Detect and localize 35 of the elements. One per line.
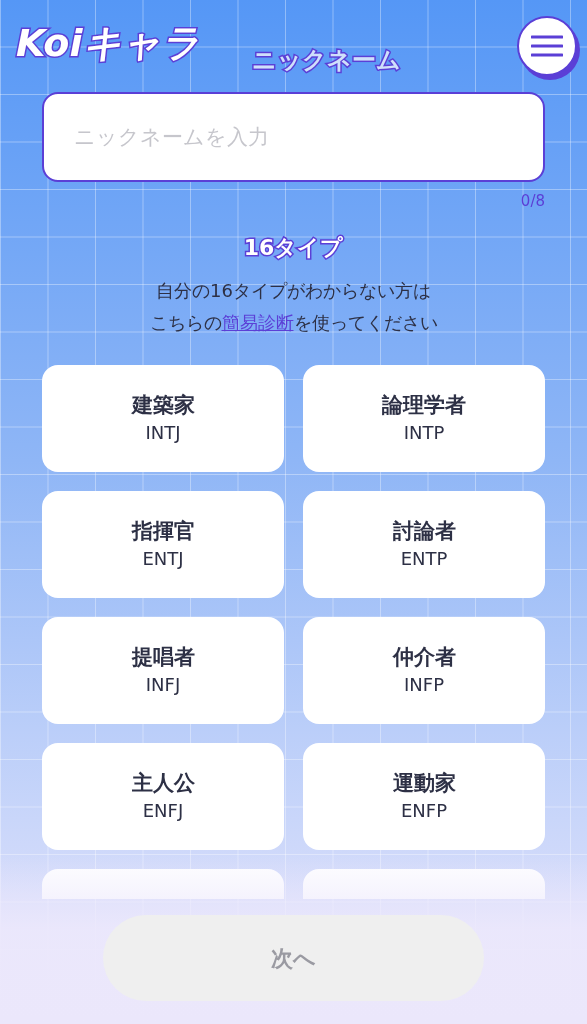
instruction-text: 自分の16タイプがわからない方は: [156, 279, 431, 303]
type-name: 運動家: [392, 773, 456, 794]
type-code: ENFJ: [142, 802, 184, 820]
type-card[interactable]: [42, 869, 284, 899]
character-counter: 0/8: [520, 194, 545, 209]
type-name: 仲介者: [392, 647, 456, 668]
nickname-field[interactable]: ニックネームを入力: [42, 92, 545, 182]
type-name: 討論者: [392, 521, 456, 542]
type-code: INFJ: [145, 676, 181, 694]
type-card[interactable]: 指揮官 ENTJ: [42, 491, 284, 598]
instruction-text: こちらの: [149, 311, 222, 335]
type-card[interactable]: 討論者 ENTP: [303, 491, 545, 598]
type-card[interactable]: 主人公 ENFJ: [42, 743, 284, 850]
type-card[interactable]: [303, 869, 545, 899]
type-code: INFP: [404, 676, 444, 694]
type-card[interactable]: 論理学者 INTP: [303, 365, 545, 472]
type-code: INTP: [403, 424, 445, 442]
type-card[interactable]: 仲介者 INFP: [303, 617, 545, 724]
type-card[interactable]: 建築家 INTJ: [42, 365, 284, 472]
type-code: ENTP: [400, 550, 448, 568]
type-card[interactable]: 提唱者 INFJ: [42, 617, 284, 724]
type-name: 建築家: [131, 395, 195, 416]
page-title: ニックネーム: [251, 48, 401, 72]
section-title: 16タイプ: [243, 237, 344, 259]
type-name: 提唱者: [131, 647, 195, 668]
type-name: 論理学者: [382, 395, 466, 416]
instruction-text: を使ってください: [293, 311, 438, 335]
type-name: 指揮官: [131, 521, 195, 542]
menu-button[interactable]: [517, 16, 577, 76]
type-code: ENTJ: [142, 550, 184, 568]
type-name: 主人公: [131, 773, 195, 794]
type-code: ENFP: [400, 802, 447, 820]
type-card[interactable]: 運動家 ENFP: [303, 743, 545, 850]
type-code: INTJ: [145, 424, 181, 442]
menu-icon: [531, 35, 563, 57]
